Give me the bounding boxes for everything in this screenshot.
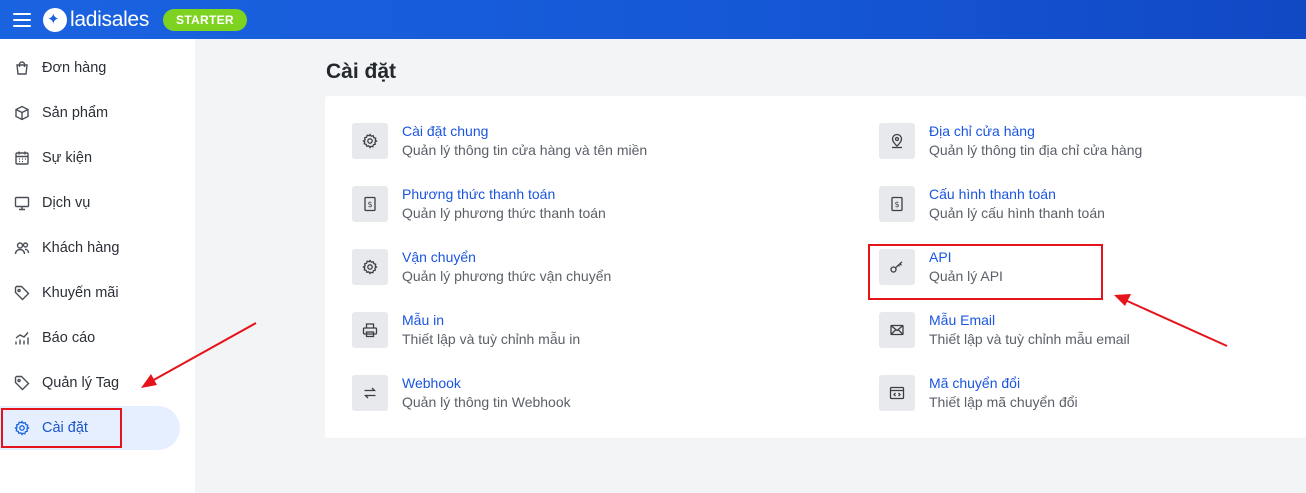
annotation-arrows	[141, 294, 1228, 388]
